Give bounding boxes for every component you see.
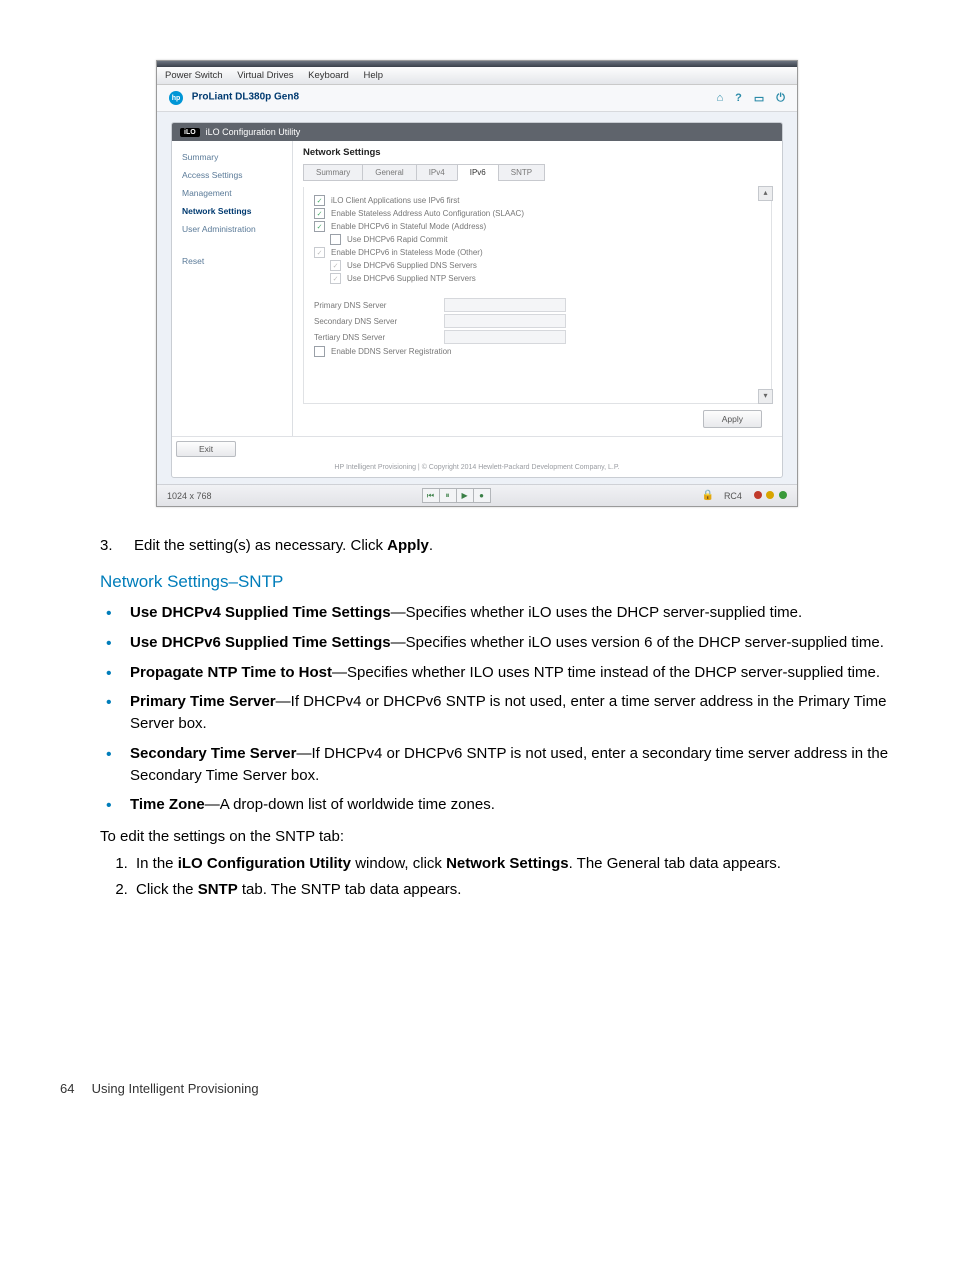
console-menubar: Power Switch Virtual Drives Keyboard Hel… [157,67,797,85]
tertiary-dns-input[interactable] [444,330,566,344]
config-panel: iLO iLO Configuration Utility Summary Ac… [171,122,783,478]
procedure-intro: To edit the settings on the SNTP tab: [100,828,894,845]
help-icon[interactable]: ? [735,92,742,105]
menu-keyboard[interactable]: Keyboard [308,70,349,81]
ntp-servers-label: Use DHCPv6 Supplied NTP Servers [347,274,476,283]
power-icon[interactable]: ⏻ [776,92,785,105]
product-name: ProLiant DL380p Gen8 [192,92,299,103]
status-dot-yellow [766,491,774,499]
main-title: Network Settings [303,147,772,158]
checkbox[interactable]: ✓ [330,273,341,284]
menu-help[interactable]: Help [363,70,383,81]
home-icon[interactable]: ⌂ [717,92,724,105]
primary-dns-input[interactable] [444,298,566,312]
page-footer: 64 Using Intelligent Provisioning [0,1081,954,1096]
pause-icon[interactable]: ⏸ [439,488,457,503]
checkbox[interactable]: ✓ [314,221,325,232]
dns-servers-label: Use DHCPv6 Supplied DNS Servers [347,261,477,270]
panel-title-text: iLO Configuration Utility [206,127,301,137]
exit-button[interactable]: Exit [176,441,236,457]
ddns-label: Enable DDNS Server Registration [331,347,452,356]
status-dot-red [754,491,762,499]
tab-ipv6[interactable]: IPv6 [457,164,499,181]
ipv6-form: ▴ ✓ iLO Client Applications use IPv6 firs… [303,187,772,404]
sidebar-item-reset[interactable]: Reset [172,253,292,271]
section-heading-sntp: Network Settings–SNTP [100,572,894,592]
apply-button[interactable]: Apply [703,410,762,428]
status-bar: 1024 x 768 ⏮ ⏸ ▶ ● 🔒 RC4 [157,484,797,506]
sidebar-item-network-settings[interactable]: Network Settings [172,203,292,221]
dhcpv6-stateless-label: Enable DHCPv6 in Stateless Mode (Other) [331,248,483,257]
list-item: Primary Time Server—If DHCPv4 or DHCPv6 … [100,691,894,735]
procedure-step: Click the SNTP tab. The SNTP tab data ap… [132,879,894,901]
procedure-step: In the iLO Configuration Utility window,… [132,853,894,875]
sidebar-item-management[interactable]: Management [172,185,292,203]
tab-summary[interactable]: Summary [303,164,363,181]
ipv6-first-label: iLO Client Applications use IPv6 first [331,196,460,205]
page-number: 64 [60,1081,88,1096]
checkbox[interactable] [314,346,325,357]
tertiary-dns-label: Tertiary DNS Server [314,333,444,342]
tab-sntp[interactable]: SNTP [498,164,545,181]
skip-back-icon[interactable]: ⏮ [422,488,440,503]
sidebar-nav: Summary Access Settings Management Netwo… [172,141,293,436]
secondary-dns-label: Secondary DNS Server [314,317,444,326]
tab-general[interactable]: General [362,164,416,181]
menu-power-switch[interactable]: Power Switch [165,70,223,81]
info-icon[interactable]: ▭ [754,92,764,105]
record-icon[interactable]: ● [473,488,491,503]
copyright-text: HP Intelligent Provisioning | © Copyrigh… [172,461,782,477]
checkbox[interactable]: ✓ [330,260,341,271]
checkbox[interactable] [330,234,341,245]
ilo-badge-icon: iLO [180,128,200,137]
list-item: Use DHCPv4 Supplied Time Settings—Specif… [100,602,894,624]
menu-virtual-drives[interactable]: Virtual Drives [237,70,293,81]
tab-ipv4[interactable]: IPv4 [416,164,458,181]
hp-logo-icon: hp [169,91,183,105]
footer-title: Using Intelligent Provisioning [92,1081,259,1096]
panel-title: iLO iLO Configuration Utility [172,123,782,141]
sidebar-item-summary[interactable]: Summary [172,149,292,167]
status-dots [752,491,787,501]
product-header: hp ProLiant DL380p Gen8 ⌂ ? ▭ ⏻ [157,85,797,112]
encryption-text: RC4 [724,491,742,501]
slaac-label: Enable Stateless Address Auto Configurat… [331,209,524,218]
lock-icon: 🔒 [701,490,713,501]
status-dot-green [779,491,787,499]
rapid-commit-label: Use DHCPv6 Rapid Commit [347,235,447,244]
step-3: 3. Edit the setting(s) as necessary. Cli… [100,537,894,554]
sidebar-item-access-settings[interactable]: Access Settings [172,167,292,185]
primary-dns-label: Primary DNS Server [314,301,444,310]
resolution-text: 1024 x 768 [167,491,212,501]
secondary-dns-input[interactable] [444,314,566,328]
media-controls: ⏮ ⏸ ▶ ● [423,488,491,503]
play-icon[interactable]: ▶ [456,488,474,503]
list-item: Propagate NTP Time to Host—Specifies whe… [100,662,894,684]
ilo-console-screenshot: Power Switch Virtual Drives Keyboard Hel… [156,60,798,507]
list-item: Secondary Time Server—If DHCPv4 or DHCPv… [100,743,894,787]
checkbox[interactable]: ✓ [314,195,325,206]
checkbox[interactable]: ✓ [314,247,325,258]
checkbox[interactable]: ✓ [314,208,325,219]
procedure-list: In the iLO Configuration Utility window,… [100,853,894,901]
scroll-up-icon[interactable]: ▴ [758,186,773,201]
list-item: Use DHCPv6 Supplied Time Settings—Specif… [100,632,894,654]
dhcpv6-stateful-label: Enable DHCPv6 in Stateful Mode (Address) [331,222,486,231]
sidebar-item-user-administration[interactable]: User Administration [172,221,292,239]
step-text: Edit the setting(s) as necessary. Click … [134,537,894,554]
tabs: Summary General IPv4 IPv6 SNTP [303,164,772,181]
sntp-settings-list: Use DHCPv4 Supplied Time Settings—Specif… [100,602,894,816]
scroll-down-icon[interactable]: ▾ [758,389,773,404]
step-number: 3. [100,537,134,554]
list-item: Time Zone—A drop-down list of worldwide … [100,794,894,816]
